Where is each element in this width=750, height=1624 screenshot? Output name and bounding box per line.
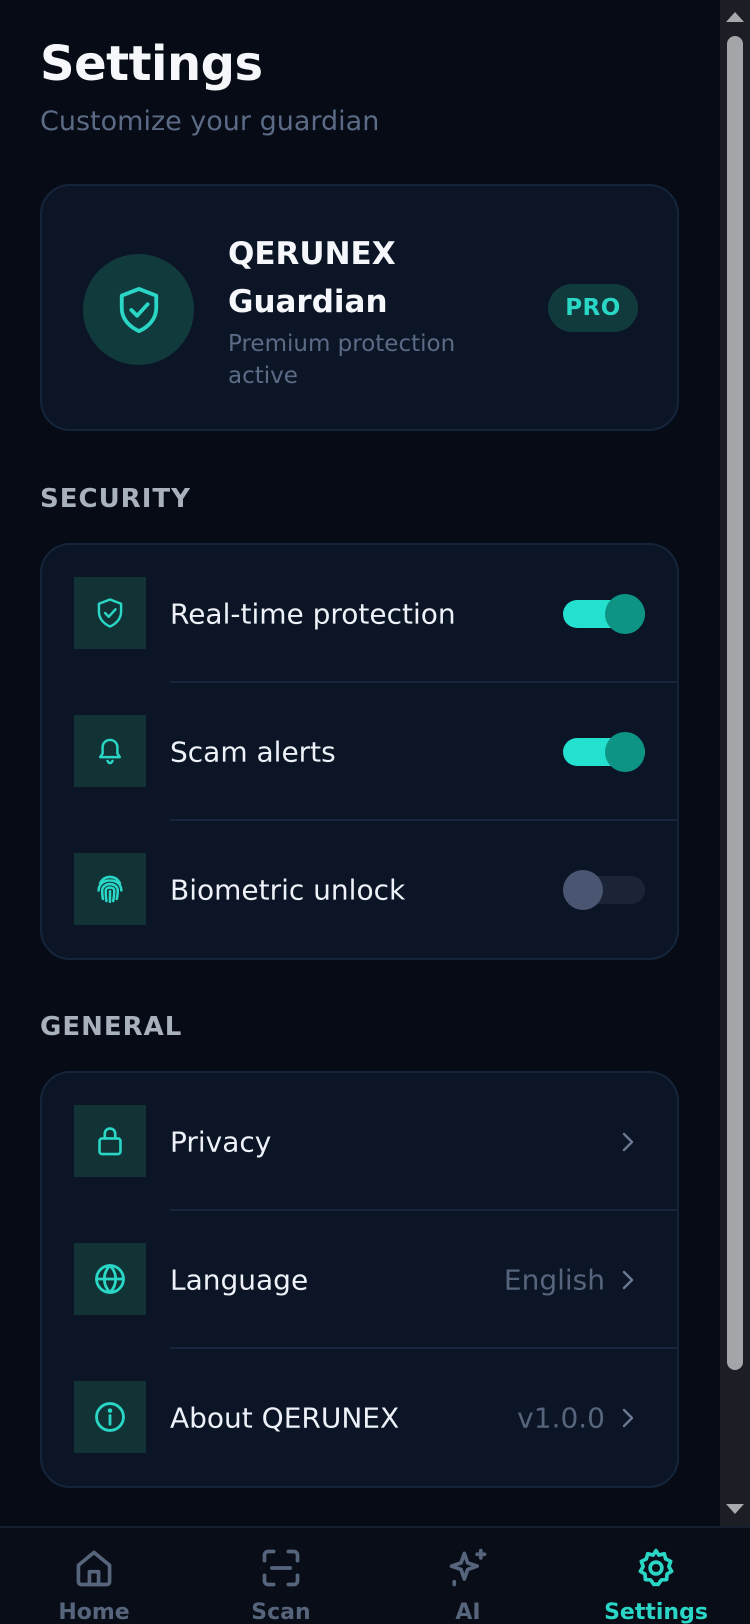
security-card: Real-time protection Scam alerts Biometr… bbox=[40, 543, 679, 960]
row-label: Language bbox=[170, 1263, 309, 1297]
language-value: English bbox=[503, 1263, 605, 1297]
lock-icon bbox=[98, 1127, 122, 1156]
page-title: Settings bbox=[40, 36, 263, 92]
setting-row-about[interactable]: About QERUNEX v1.0.0 bbox=[42, 1349, 677, 1487]
pro-badge: PRO bbox=[548, 284, 638, 332]
profile-name: QERUNEX Guardian bbox=[228, 236, 396, 320]
toggle-knob bbox=[605, 594, 645, 634]
row-icon bbox=[74, 1381, 146, 1453]
row-icon bbox=[74, 715, 146, 787]
scrollbar[interactable] bbox=[720, 0, 750, 1526]
row-label: Biometric unlock bbox=[170, 873, 406, 907]
section-label-general: GENERAL bbox=[40, 1012, 183, 1042]
sparkle-icon bbox=[449, 1548, 487, 1587]
shield-check-icon bbox=[97, 598, 123, 628]
section-label-security: SECURITY bbox=[40, 484, 191, 514]
setting-row-language[interactable]: Language English bbox=[42, 1211, 677, 1349]
setting-row-realtime-protection[interactable]: Real-time protection bbox=[42, 545, 677, 683]
avatar bbox=[83, 254, 194, 365]
row-icon bbox=[74, 1243, 146, 1315]
nav-label: Settings bbox=[604, 1600, 708, 1624]
home-icon bbox=[76, 1550, 112, 1587]
row-label: Real-time protection bbox=[170, 597, 456, 631]
scam-alerts-toggle[interactable] bbox=[563, 732, 645, 772]
nav-item-home[interactable]: Home bbox=[34, 1528, 154, 1624]
profile-card[interactable]: QERUNEX Guardian Premium protection acti… bbox=[40, 184, 679, 431]
globe-icon bbox=[95, 1264, 125, 1294]
row-icon bbox=[74, 577, 146, 649]
chevron-right-icon bbox=[619, 1406, 637, 1430]
setting-row-biometric-unlock[interactable]: Biometric unlock bbox=[42, 821, 677, 959]
nav-label: Scan bbox=[251, 1600, 311, 1624]
scrollbar-thumb[interactable] bbox=[727, 36, 743, 1370]
scroll-down-arrow-icon[interactable] bbox=[726, 1504, 744, 1514]
general-card: Privacy Language English About QERUNEX v… bbox=[40, 1071, 679, 1488]
fingerprint-icon bbox=[97, 875, 123, 904]
row-label: Scam alerts bbox=[170, 735, 336, 769]
info-icon bbox=[95, 1402, 125, 1432]
nav-item-scan[interactable]: Scan bbox=[221, 1528, 341, 1624]
biometric-unlock-toggle[interactable] bbox=[563, 870, 645, 910]
bell-icon bbox=[98, 738, 122, 765]
profile-status: Premium protection active bbox=[228, 331, 456, 389]
chevron-right-icon bbox=[619, 1130, 637, 1154]
setting-row-privacy[interactable]: Privacy bbox=[42, 1073, 677, 1211]
nav-item-settings[interactable]: Settings bbox=[596, 1528, 716, 1624]
chevron-right-icon bbox=[619, 1268, 637, 1292]
row-icon bbox=[74, 1105, 146, 1177]
scan-icon bbox=[262, 1549, 300, 1587]
row-label: Privacy bbox=[170, 1125, 272, 1159]
nav-label: Home bbox=[58, 1600, 130, 1624]
row-icon bbox=[74, 853, 146, 925]
scroll-up-arrow-icon[interactable] bbox=[726, 12, 744, 22]
bottom-nav: Home Scan AI Settings bbox=[0, 1526, 750, 1624]
nav-item-ai[interactable]: AI bbox=[408, 1528, 528, 1624]
settings-screen: Settings Customize your guardian QERUNEX… bbox=[0, 0, 750, 1624]
nav-label: AI bbox=[455, 1600, 481, 1624]
row-label: About QERUNEX bbox=[170, 1401, 400, 1435]
setting-row-scam-alerts[interactable]: Scam alerts bbox=[42, 683, 677, 821]
shield-check-icon bbox=[119, 286, 158, 333]
toggle-knob bbox=[605, 732, 645, 772]
page-subtitle: Customize your guardian bbox=[40, 106, 380, 137]
realtime-protection-toggle[interactable] bbox=[563, 594, 645, 634]
gear-icon bbox=[638, 1548, 674, 1587]
toggle-knob bbox=[563, 870, 603, 910]
version-value: v1.0.0 bbox=[517, 1401, 605, 1435]
